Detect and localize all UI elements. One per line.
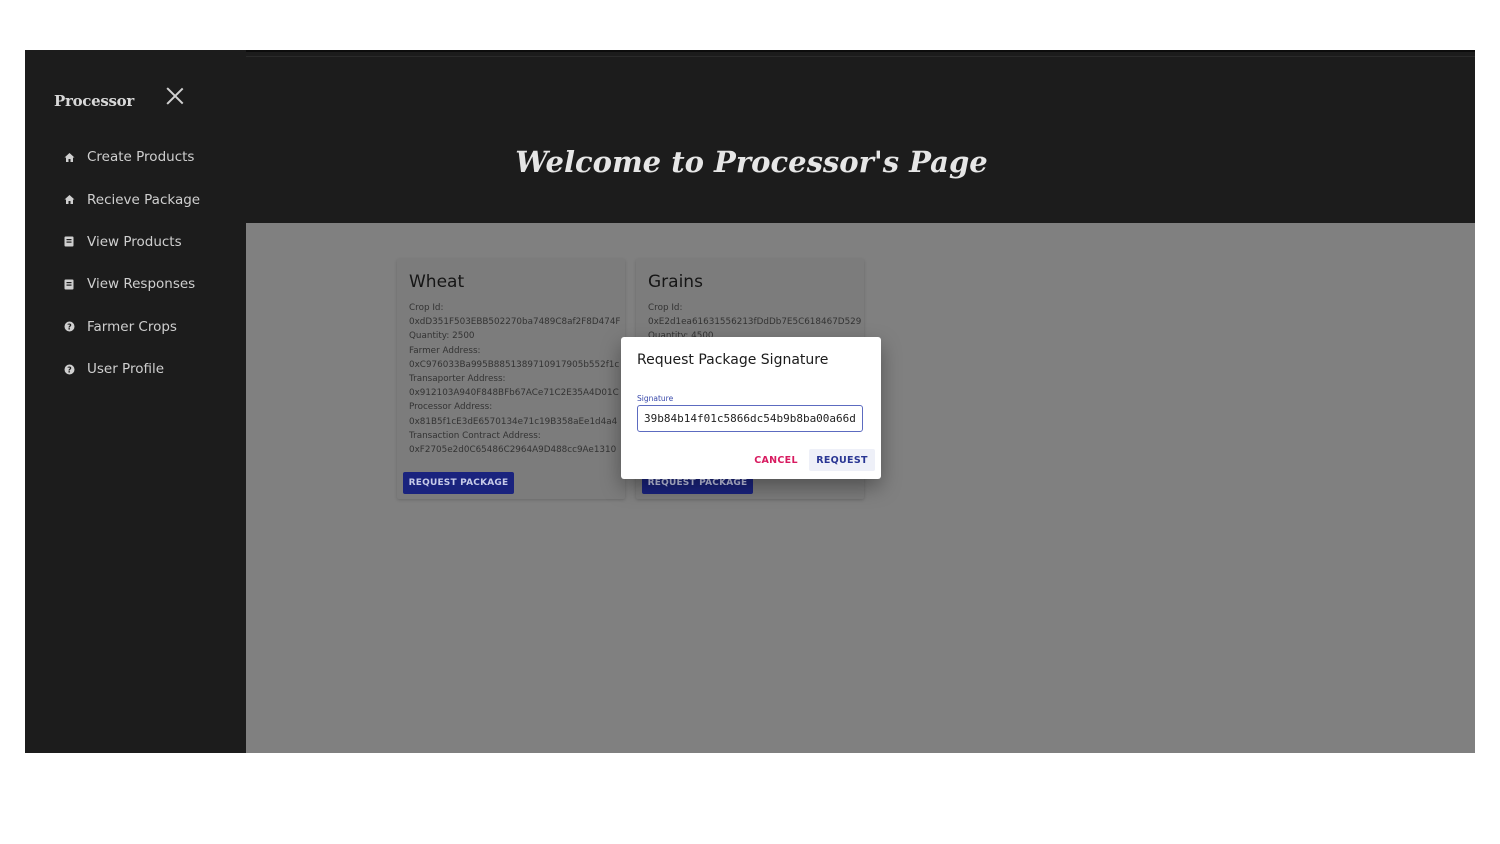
- help-icon: ?: [63, 321, 75, 333]
- sidebar-item-user-profile[interactable]: ? User Profile: [25, 348, 246, 390]
- sidebar-nav: Create Products Recieve Package View Pro…: [25, 136, 246, 390]
- processor-address-label: Processor Address:: [409, 402, 493, 413]
- signature-label: Signature: [637, 394, 674, 403]
- cancel-button[interactable]: CANCEL: [749, 449, 803, 471]
- sidebar-item-label: View Responses: [87, 276, 196, 293]
- sidebar-item-recieve-package[interactable]: Recieve Package: [25, 178, 246, 220]
- home-icon: [63, 151, 75, 163]
- dialog-title: Request Package Signature: [637, 352, 829, 368]
- sidebar-item-label: Farmer Crops: [87, 318, 177, 335]
- svg-text:?: ?: [67, 365, 72, 374]
- sidebar-brand: Processor: [54, 92, 134, 110]
- main-content: Wheat Crop Id: 0xdD351F503EBB502270ba748…: [246, 223, 1475, 753]
- crop-id-value: 0xdD351F503EBB502270ba7489C8af2F8D474F: [409, 317, 621, 328]
- sidebar-item-label: User Profile: [87, 361, 165, 378]
- transporter-address-label: Transaporter Address:: [409, 374, 506, 385]
- receipt-icon: [63, 278, 75, 290]
- sidebar-item-label: View Products: [87, 233, 182, 250]
- svg-text:?: ?: [67, 323, 72, 332]
- quantity-text: Quantity: 2500: [409, 331, 475, 342]
- home-icon: [63, 194, 75, 206]
- page-title: Welcome to Processor's Page: [515, 145, 988, 179]
- sidebar-item-label: Recieve Package: [87, 191, 201, 208]
- transporter-address-value: 0x912103A940F848BFb67ACe71C2E35A4D01C: [409, 388, 619, 399]
- request-button[interactable]: REQUEST: [809, 449, 875, 471]
- card-details: Crop Id: 0xdD351F503EBB502270ba7489C8af2…: [409, 301, 625, 457]
- crop-id-value: 0xE2d1ea61631556213fDdDb7E5C618467D529: [648, 317, 862, 328]
- request-package-button[interactable]: REQUEST PACKAGE: [403, 472, 514, 494]
- sidebar-item-label: Create Products: [87, 149, 195, 166]
- crop-id-label: Crop Id:: [648, 303, 683, 313]
- signature-input[interactable]: [637, 405, 863, 432]
- card-title: Grains: [648, 272, 703, 292]
- crop-card: Wheat Crop Id: 0xdD351F503EBB502270ba748…: [397, 259, 625, 499]
- contract-address-value: 0xF2705e2d0C65486C2964A9D488cc9Ae1310: [409, 445, 617, 456]
- farmer-address-value: 0xC976033Ba995B8851389710917905b552f1c: [409, 359, 620, 370]
- request-signature-dialog: Request Package Signature Signature CANC…: [621, 337, 881, 479]
- crop-id-label: Crop Id:: [409, 303, 444, 313]
- help-icon: ?: [63, 363, 75, 375]
- sidebar-item-farmer-crops[interactable]: ? Farmer Crops: [25, 306, 246, 348]
- processor-address-value: 0x81B5f1cE3dE6570134e71c19B358aEe1d4a4: [409, 416, 618, 427]
- sidebar-item-view-products[interactable]: View Products: [25, 221, 246, 263]
- contract-address-label: Transaction Contract Address:: [409, 430, 541, 441]
- sidebar-drawer: Processor Create Products Recieve Packag…: [25, 50, 246, 753]
- card-title: Wheat: [409, 272, 465, 292]
- receipt-icon: [63, 236, 75, 248]
- sidebar-item-create-products[interactable]: Create Products: [25, 136, 246, 178]
- farmer-address-label: Farmer Address:: [409, 345, 481, 356]
- sidebar-item-view-responses[interactable]: View Responses: [25, 263, 246, 305]
- close-icon[interactable]: [165, 86, 185, 106]
